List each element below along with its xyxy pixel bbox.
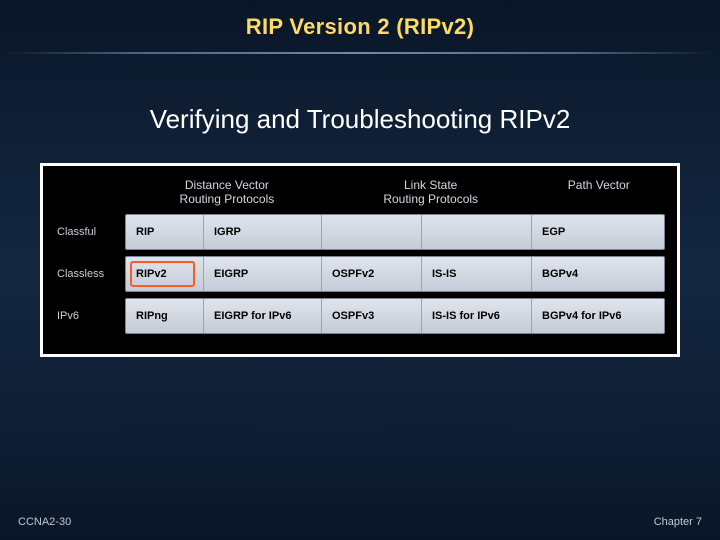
row-classful-cells: RIP IGRP EGP	[125, 214, 665, 250]
header-path-vector: Path Vector	[533, 178, 665, 206]
footer: CCNA2-30 Chapter 7	[18, 516, 702, 528]
cell-ripng: RIPng	[126, 299, 204, 333]
cell-classful-ls2	[422, 215, 532, 249]
header-ls-line1: Link State	[329, 178, 533, 192]
header-link-state: Link State Routing Protocols	[329, 178, 533, 206]
row-ipv6-cells: RIPng EIGRP for IPv6 OSPFv3 IS-IS for IP…	[125, 298, 665, 334]
cell-classful-ls1	[322, 215, 422, 249]
cell-ripv2-text: RIPv2	[136, 268, 167, 280]
row-ipv6: IPv6 RIPng EIGRP for IPv6 OSPFv3 IS-IS f…	[55, 298, 665, 334]
cell-isis-ipv6: IS-IS for IPv6	[422, 299, 532, 333]
row-label-classful: Classful	[55, 214, 125, 250]
row-classful: Classful RIP IGRP EGP	[55, 214, 665, 250]
header-distance-vector: Distance Vector Routing Protocols	[125, 178, 329, 206]
cell-ripv2: RIPv2	[126, 257, 204, 291]
row-label-ipv6: IPv6	[55, 298, 125, 334]
cell-eigrp-ipv6: EIGRP for IPv6	[204, 299, 322, 333]
table-header-row: Distance Vector Routing Protocols Link S…	[55, 178, 665, 214]
header-pv-line1: Path Vector	[533, 178, 665, 192]
subtitle-wrap: Verifying and Troubleshooting RIPv2	[0, 104, 720, 135]
header-spacer	[55, 178, 125, 206]
row-classless-cells: RIPv2 EIGRP OSPFv2 IS-IS BGPv4	[125, 256, 665, 292]
cell-ospfv3: OSPFv3	[322, 299, 422, 333]
cell-igrp: IGRP	[204, 215, 322, 249]
cell-isis: IS-IS	[422, 257, 532, 291]
cell-bgpv4-ipv6: BGPv4 for IPv6	[532, 299, 664, 333]
footer-left: CCNA2-30	[18, 516, 71, 528]
protocols-table: Distance Vector Routing Protocols Link S…	[40, 163, 680, 357]
header-dv-line2: Routing Protocols	[125, 192, 329, 206]
row-label-classless: Classless	[55, 256, 125, 292]
title-bar: RIP Version 2 (RIPv2)	[0, 0, 720, 48]
divider	[0, 52, 720, 54]
cell-rip: RIP	[126, 215, 204, 249]
slide-title: RIP Version 2 (RIPv2)	[0, 14, 720, 40]
slide-subtitle: Verifying and Troubleshooting RIPv2	[0, 104, 720, 135]
header-ls-line2: Routing Protocols	[329, 192, 533, 206]
cell-ospfv2: OSPFv2	[322, 257, 422, 291]
cell-eigrp: EIGRP	[204, 257, 322, 291]
footer-right: Chapter 7	[654, 516, 702, 528]
row-classless: Classless RIPv2 EIGRP OSPFv2 IS-IS BGPv4	[55, 256, 665, 292]
cell-bgpv4: BGPv4	[532, 257, 664, 291]
cell-egp: EGP	[532, 215, 664, 249]
header-dv-line1: Distance Vector	[125, 178, 329, 192]
